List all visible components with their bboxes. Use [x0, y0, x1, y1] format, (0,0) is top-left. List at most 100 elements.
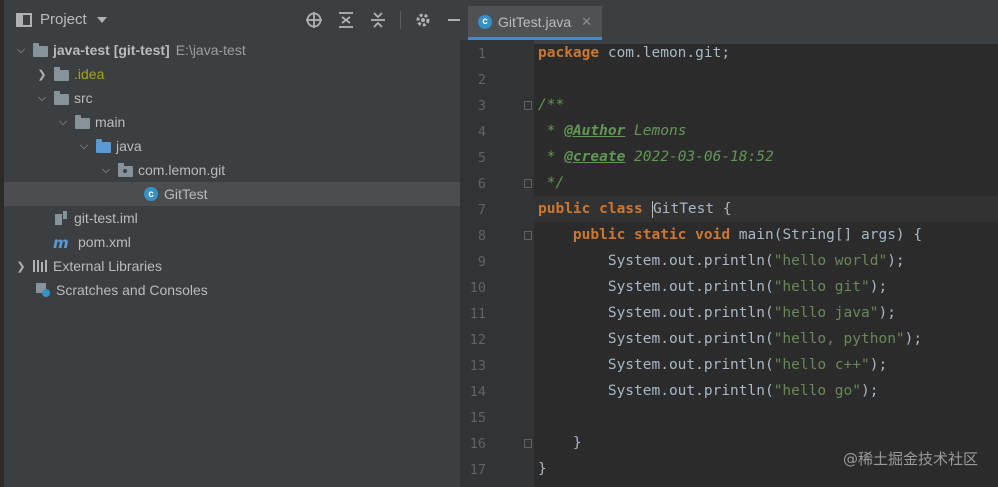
- chevron-right-icon[interactable]: ❯: [35, 67, 49, 81]
- locate-file-icon[interactable]: [304, 10, 324, 30]
- line-number: 3: [477, 98, 486, 114]
- code-line: public class GitTest {: [538, 200, 732, 218]
- line-number: 9: [477, 254, 486, 270]
- code-line: System.out.println("hello world");: [538, 253, 905, 269]
- fold-marker-icon[interactable]: [524, 439, 532, 448]
- expand-all-icon[interactable]: [336, 10, 356, 30]
- tree-item-label: main: [95, 114, 126, 130]
- code-line: * @Author Lemons: [538, 123, 687, 139]
- code-line: */: [538, 175, 565, 191]
- tree-item-iml[interactable]: git-test.iml: [4, 206, 460, 230]
- project-panel-title: Project: [40, 11, 87, 28]
- code-line: System.out.println("hello go");: [538, 383, 879, 399]
- code-line: package com.lemon.git;: [538, 45, 731, 61]
- source-folder-icon: [95, 138, 111, 154]
- fold-marker-icon[interactable]: [524, 231, 532, 240]
- tree-item-label: GitTest: [164, 186, 208, 202]
- line-number: 13: [469, 358, 486, 374]
- chevron-down-icon[interactable]: ⌵: [77, 139, 91, 153]
- tree-item-scratches[interactable]: Scratches and Consoles: [4, 278, 460, 302]
- editor-area: c GitTest.java ✕ 1 2 3 4 5 6 7 8 9 10 11 12 13 14 15 16…: [460, 0, 998, 487]
- line-number: 14: [469, 384, 486, 400]
- tab-gittest-java[interactable]: c GitTest.java ✕: [468, 6, 603, 40]
- line-number: 4: [477, 124, 486, 140]
- package-icon: [117, 162, 133, 178]
- chevron-down-icon[interactable]: ⌵: [99, 163, 113, 177]
- code-line: }: [538, 435, 582, 451]
- project-view-selector[interactable]: Project: [16, 11, 107, 28]
- tree-item-external-libraries[interactable]: ❯ External Libraries: [4, 254, 460, 278]
- chevron-right-icon[interactable]: ❯: [14, 259, 28, 273]
- folder-icon: [53, 90, 69, 106]
- tree-item-idea[interactable]: ❯ .idea: [4, 62, 460, 86]
- chevron-down-icon[interactable]: ⌵: [14, 43, 28, 57]
- gear-icon[interactable]: [413, 10, 433, 30]
- tree-item-label: git-test.iml: [74, 210, 138, 226]
- code-line: }: [538, 461, 547, 477]
- code-line: /**: [538, 97, 565, 113]
- line-number-gutter: 1 2 3 4 5 6 7 8 9 10 11 12 13 14 15 16 17: [460, 40, 534, 487]
- tree-item-label: Scratches and Consoles: [56, 282, 208, 298]
- libraries-icon: [32, 258, 48, 274]
- tree-item-label: .idea: [74, 66, 105, 82]
- close-icon[interactable]: ✕: [581, 14, 592, 30]
- code-line: public static void main(String[] args) {: [538, 227, 923, 243]
- line-number: 12: [469, 332, 486, 348]
- tree-item-label: com.lemon.git: [138, 162, 226, 178]
- tree-item-main[interactable]: ⌵ main: [4, 110, 460, 134]
- project-window-icon: [16, 12, 32, 27]
- tree-item-src[interactable]: ⌵ src: [4, 86, 460, 110]
- line-number: 16: [469, 436, 486, 452]
- scratches-icon: [35, 282, 51, 298]
- code-editor[interactable]: package com.lemon.git; /** * @Author Lem…: [534, 40, 998, 487]
- java-class-icon: c: [143, 186, 159, 202]
- project-tree: ⌵ java-test [git-test] E:\java-test ❯ .i…: [4, 38, 460, 302]
- watermark-text: @稀土掘金技术社区: [842, 450, 978, 468]
- folder-icon: [53, 66, 69, 82]
- code-line: System.out.println("hello, python");: [538, 331, 923, 347]
- line-number: 6: [477, 176, 486, 192]
- chevron-down-icon: [96, 16, 107, 23]
- fold-marker-icon[interactable]: [524, 179, 532, 188]
- fold-marker-icon[interactable]: [524, 101, 532, 110]
- tree-item-java[interactable]: ⌵ java: [4, 134, 460, 158]
- iml-file-icon: [53, 210, 69, 226]
- tree-item-label: pom.xml: [78, 234, 131, 250]
- java-class-icon: c: [478, 14, 492, 29]
- toolbar-divider: [400, 11, 401, 29]
- editor-tab-bar: c GitTest.java ✕: [460, 0, 998, 44]
- line-number: 1: [477, 46, 486, 62]
- line-number: 17: [469, 462, 486, 478]
- maven-icon: m: [53, 234, 73, 250]
- vcs-branch-label: [git-test]: [113, 42, 170, 58]
- tree-item-label: java-test: [53, 42, 110, 58]
- tree-item-label: External Libraries: [53, 258, 162, 274]
- code-line: System.out.println("hello c++");: [538, 357, 888, 373]
- line-number: 10: [469, 280, 486, 296]
- line-number: 2: [477, 72, 486, 88]
- collapse-all-icon[interactable]: [368, 10, 388, 30]
- ide-window: Project ⌵ java-test [git-test] E:\java-t…: [0, 0, 998, 487]
- line-number: 11: [469, 306, 486, 322]
- tab-label: GitTest.java: [498, 13, 572, 30]
- line-number: 5: [477, 150, 486, 166]
- tree-item-package[interactable]: ⌵ com.lemon.git: [4, 158, 460, 182]
- line-number: 8: [477, 228, 486, 244]
- tree-item-pom[interactable]: m pom.xml: [4, 230, 460, 254]
- svg-text:m: m: [53, 235, 69, 249]
- line-number: 15: [469, 410, 486, 426]
- line-number: 7: [477, 202, 486, 218]
- tree-item-label: java: [116, 138, 142, 154]
- folder-icon: [74, 114, 90, 130]
- project-panel: Project ⌵ java-test [git-test] E:\java-t…: [0, 0, 462, 487]
- chevron-down-icon[interactable]: ⌵: [35, 91, 49, 105]
- code-line: System.out.println("hello git");: [538, 279, 888, 295]
- chevron-down-icon[interactable]: ⌵: [56, 115, 70, 129]
- module-folder-icon: [32, 42, 48, 58]
- code-line: System.out.println("hello java");: [538, 305, 896, 321]
- tree-item-java-test[interactable]: ⌵ java-test [git-test] E:\java-test: [4, 38, 460, 62]
- tree-item-gittest[interactable]: c GitTest: [4, 182, 460, 206]
- module-path: E:\java-test: [175, 42, 246, 58]
- code-line: * @create 2022-03-06-18:52: [538, 149, 774, 165]
- tree-item-label: src: [74, 90, 93, 106]
